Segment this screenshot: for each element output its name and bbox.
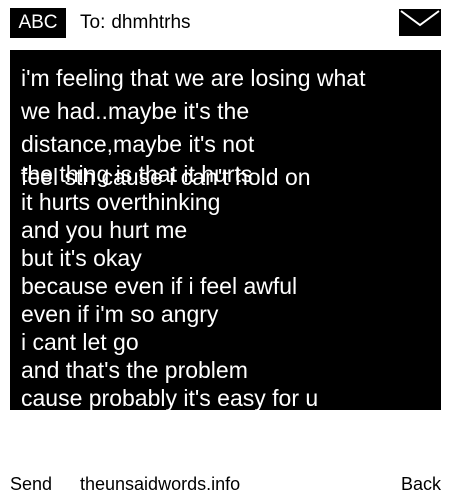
message-line: distance,maybe it's not [21,131,255,157]
message-body[interactable]: i'm feeling that we are losing what we h… [10,50,441,410]
message-line: even if i'm so angry [21,301,219,327]
to-label: To: [80,12,106,33]
message-line: and that's the problem [21,357,248,383]
back-button[interactable]: Back [401,470,441,498]
send-button[interactable]: Send [10,470,52,498]
site-link[interactable]: theunsaidwords.info [80,470,240,498]
message-line: we had..maybe it's the [21,98,250,124]
message-line: it hurts overthinking [21,189,221,215]
message-line: because even if i feel awful [21,273,298,299]
envelope-icon[interactable] [399,9,441,36]
recipient-name: dhmhtrhs [111,12,191,33]
header-bar: ABC To: dhmhtrhs [0,0,450,44]
softkey-bar: Send theunsaidwords.info Back [0,470,450,500]
input-mode-badge[interactable]: ABC [10,8,66,38]
message-line: and you hurt me [21,217,188,243]
message-line: i'm feeling that we are losing what [21,65,366,91]
message-line: the thing is that it hurts [21,161,253,187]
message-line: cause probably it's easy for u [21,385,319,410]
recipient-row[interactable]: To: dhmhtrhs [80,10,191,36]
message-text-lower: the thing is that it hurts it hurts over… [21,160,318,410]
message-line: but it's okay [21,245,142,271]
message-line: i cant let go [21,329,139,355]
